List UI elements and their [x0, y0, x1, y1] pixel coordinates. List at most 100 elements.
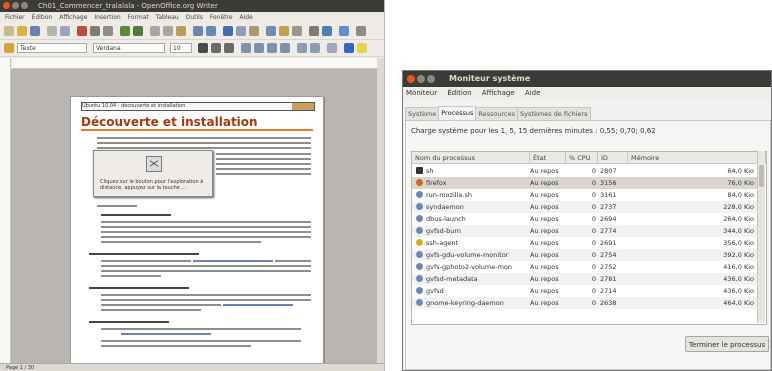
tab-system[interactable]: Système — [405, 107, 440, 120]
redo-icon[interactable] — [206, 26, 216, 36]
process-table-scrollbar[interactable] — [757, 151, 765, 323]
styles-icon[interactable] — [4, 43, 14, 53]
process-row[interactable]: gvfsd Au repos 0 2714 436,0 Kio — [412, 285, 757, 297]
bullets-icon[interactable] — [310, 43, 320, 53]
close-icon[interactable] — [407, 75, 415, 83]
writer-menu-item[interactable]: Outils — [186, 14, 203, 21]
toolbar-more-icon[interactable] — [356, 26, 366, 36]
nonprinting-chars-icon[interactable] — [309, 26, 319, 36]
process-row[interactable]: sh Au repos 0 2807 64,0 Kio — [412, 165, 757, 177]
bold-icon[interactable] — [198, 43, 208, 53]
tab-resources[interactable]: Ressources — [475, 107, 519, 120]
writer-menu-item[interactable]: Fenêtre — [210, 14, 233, 21]
spellcheck-icon[interactable] — [120, 26, 130, 36]
minimize-icon[interactable] — [417, 75, 425, 83]
writer-menu-item[interactable]: Édition — [32, 14, 53, 21]
writer-menu-item[interactable]: Aide — [239, 14, 252, 21]
monitor-menu-item[interactable]: Aide — [525, 89, 540, 97]
help-icon[interactable] — [339, 26, 349, 36]
page-preview-icon[interactable] — [103, 26, 113, 36]
writer-titlebar: Ch01_Commencer_tralalala - OpenOffice.or… — [0, 0, 384, 12]
gear-icon — [416, 287, 423, 294]
process-row[interactable]: gvfsd-metadata Au repos 0 2781 436,0 Kio — [412, 273, 757, 285]
writer-scrollbar[interactable] — [377, 58, 384, 363]
font-color-icon[interactable] — [344, 43, 354, 53]
new-document-icon[interactable] — [4, 26, 14, 36]
underline-icon[interactable] — [224, 43, 234, 53]
remote-dialog[interactable]: Cliquez sur le bouton pour l'exploration… — [93, 150, 213, 197]
link-line[interactable] — [121, 333, 211, 335]
open-folder-icon[interactable] — [17, 26, 27, 36]
align-left-icon[interactable] — [241, 43, 251, 53]
writer-menu-item[interactable]: Format — [128, 14, 149, 21]
process-row-selected[interactable]: firefox Au repos 0 3156 76,0 Kio — [412, 177, 757, 189]
process-row[interactable]: dbus-launch Au repos 0 2694 264,0 Kio — [412, 213, 757, 225]
font-name-select[interactable]: Verdana — [93, 43, 165, 53]
writer-menu-item[interactable]: Tableau — [156, 14, 179, 21]
save-icon[interactable] — [30, 26, 40, 36]
monitor-menu-item[interactable]: Affichage — [482, 89, 515, 97]
justify-icon[interactable] — [280, 43, 290, 53]
link-line[interactable] — [193, 260, 273, 262]
process-state: Au repos — [530, 263, 559, 271]
column-header-memory[interactable]: Mémoire — [628, 152, 766, 164]
vertical-ruler[interactable] — [0, 58, 11, 363]
email-icon[interactable] — [47, 26, 57, 36]
link-line[interactable] — [223, 304, 293, 306]
text-line — [101, 309, 201, 311]
zoom-icon[interactable] — [322, 26, 332, 36]
process-row[interactable]: run-mozilla.sh Au repos 0 3161 84,0 Kio — [412, 189, 757, 201]
process-name: sh — [426, 167, 434, 175]
monitor-menu-item[interactable]: Moniteur — [406, 89, 437, 97]
table-icon[interactable] — [236, 26, 246, 36]
minimize-icon[interactable] — [12, 2, 19, 9]
column-header-id[interactable]: ID — [598, 152, 628, 164]
process-row[interactable]: gvfsd-burn Au repos 0 2774 344,0 Kio — [412, 225, 757, 237]
process-row[interactable]: syndaemon Au repos 0 2737 228,0 Kio — [412, 201, 757, 213]
column-header-name[interactable]: Nom du processus — [412, 152, 530, 164]
column-header-state[interactable]: État — [530, 152, 566, 164]
tab-filesystems[interactable]: Systèmes de fichiers — [517, 107, 591, 120]
process-row[interactable]: gvfs-gdu-volume-monitor Au repos 0 2754 … — [412, 249, 757, 261]
maximize-icon[interactable] — [427, 75, 435, 83]
writer-menu-item[interactable]: Insertion — [94, 14, 120, 21]
indent-icon[interactable] — [327, 43, 337, 53]
process-name: syndaemon — [426, 203, 464, 211]
scrollbar-thumb[interactable] — [759, 165, 764, 187]
writer-menu-item[interactable]: Fichier — [5, 14, 25, 21]
end-process-button[interactable]: Terminer le processus — [685, 336, 769, 352]
print-icon[interactable] — [90, 26, 100, 36]
gallery-icon[interactable] — [292, 26, 302, 36]
italic-icon[interactable] — [211, 43, 221, 53]
export-pdf-icon[interactable] — [77, 26, 87, 36]
undo-icon[interactable] — [193, 26, 203, 36]
monitor-menu-item[interactable]: Édition — [447, 89, 471, 97]
copy-icon[interactable] — [163, 26, 173, 36]
close-icon[interactable] — [3, 2, 10, 9]
paste-icon[interactable] — [176, 26, 186, 36]
horizontal-ruler[interactable] — [12, 58, 384, 69]
process-row[interactable]: gvfs-gphoto2-volume-mon Au repos 0 2752 … — [412, 261, 757, 273]
find-replace-icon[interactable] — [266, 26, 276, 36]
numbering-icon[interactable] — [297, 43, 307, 53]
autocheck-icon[interactable] — [133, 26, 143, 36]
column-header-cpu[interactable]: % CPU — [566, 152, 598, 164]
cut-icon[interactable] — [150, 26, 160, 36]
edit-file-icon[interactable] — [60, 26, 70, 36]
process-row[interactable]: gnome-keyring-daemon Au repos 0 2638 464… — [412, 297, 757, 309]
font-size-select[interactable]: 10 — [170, 43, 192, 53]
align-right-icon[interactable] — [267, 43, 277, 53]
align-center-icon[interactable] — [254, 43, 264, 53]
document-page[interactable]: Ubuntu 10.04 : découverte et installatio… — [70, 96, 324, 365]
writer-menu-item[interactable]: Affichage — [59, 14, 87, 21]
process-id: 2714 — [600, 287, 617, 295]
hyperlink-icon[interactable] — [223, 26, 233, 36]
process-row[interactable]: ssh-agent Au repos 0 2691 356,0 Kio — [412, 237, 757, 249]
paragraph-style-select[interactable]: Texte — [17, 43, 87, 53]
show-draw-icon[interactable] — [249, 26, 259, 36]
highlight-icon[interactable] — [357, 43, 367, 53]
navigator-icon[interactable] — [279, 26, 289, 36]
process-cpu: 0 — [591, 251, 596, 259]
tab-processes[interactable]: Processus — [438, 106, 477, 120]
maximize-icon[interactable] — [21, 2, 28, 9]
